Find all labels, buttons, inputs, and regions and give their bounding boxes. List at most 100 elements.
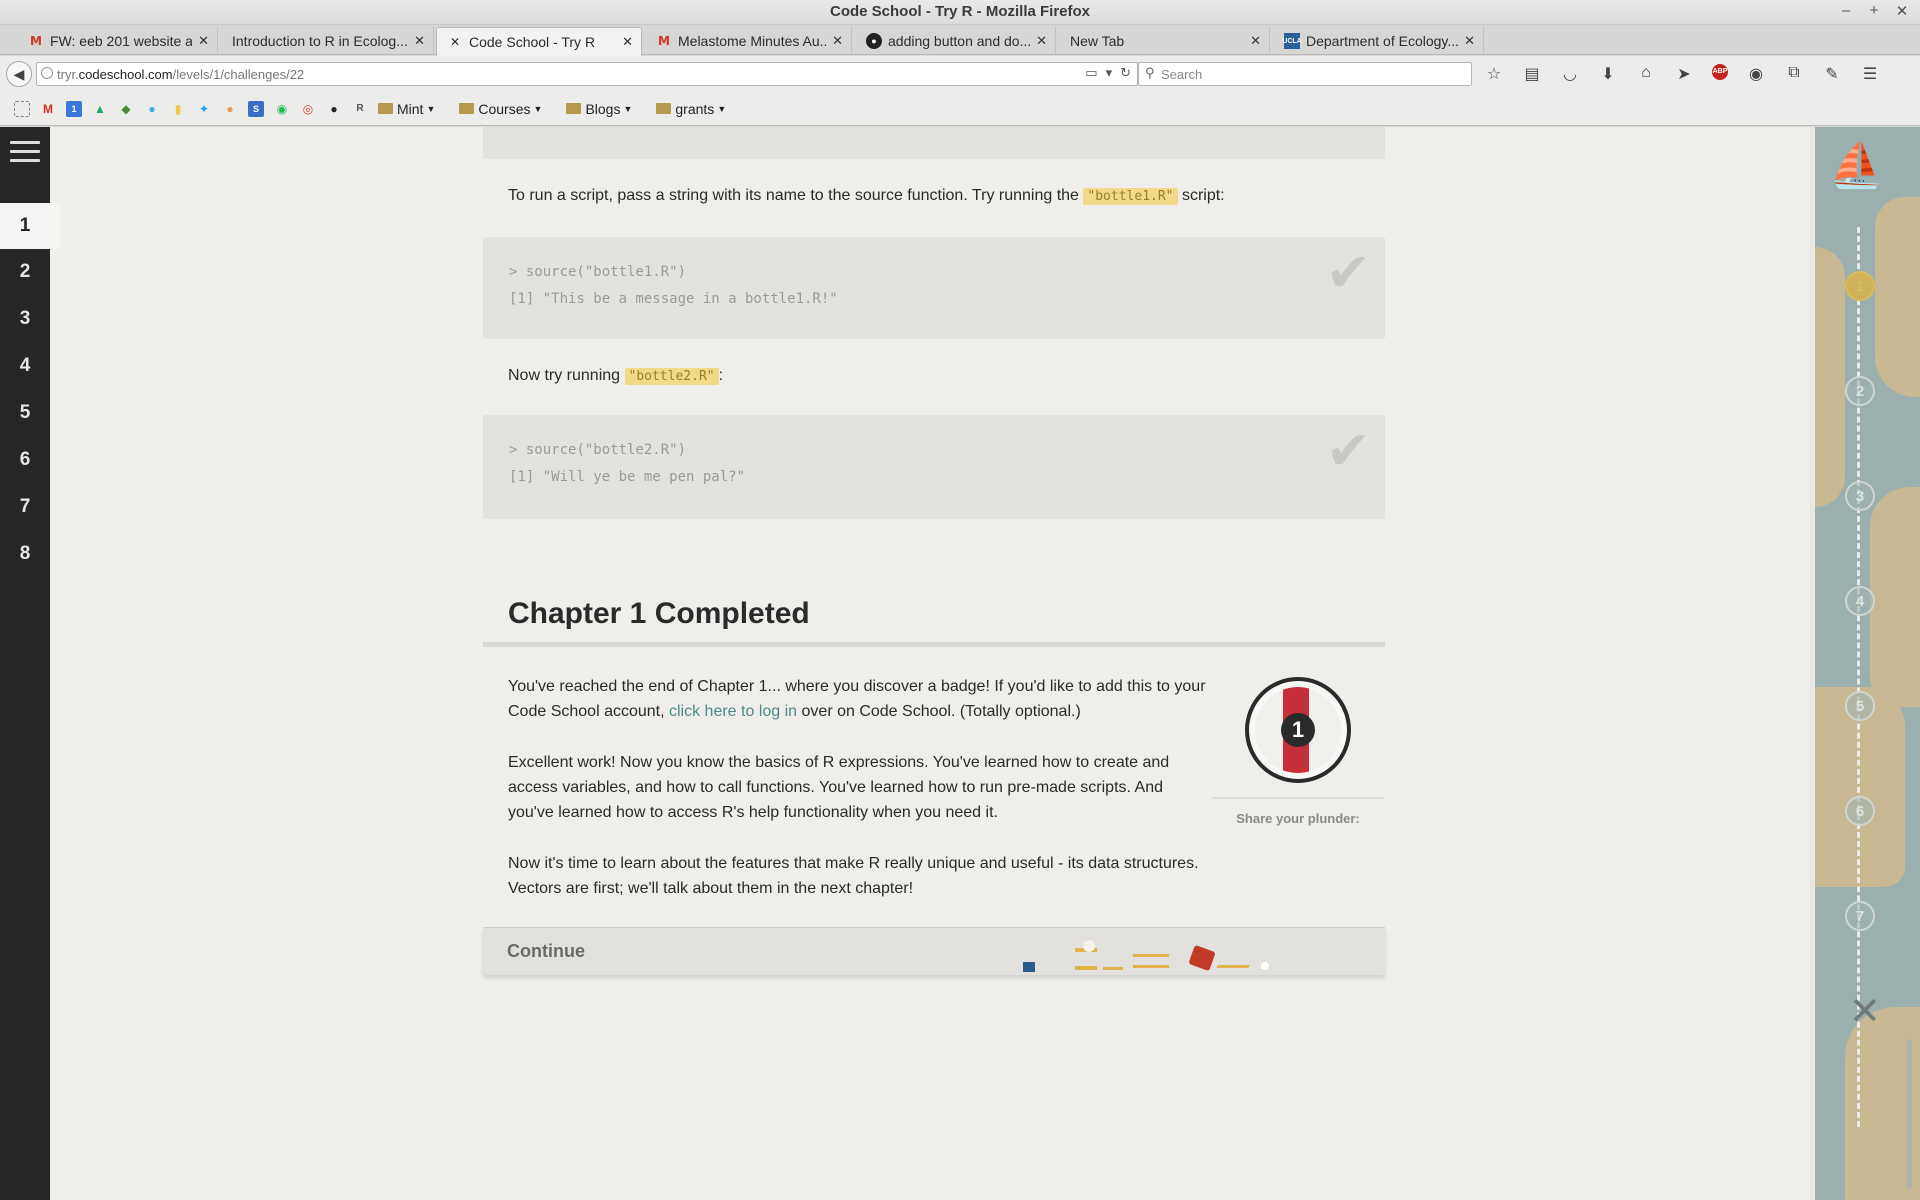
chapter-link-2[interactable]: 2 [0,249,50,295]
bookmark-star-icon[interactable]: ☆ [1484,64,1504,84]
tab-label: Code School - Try R [469,34,596,50]
tab-label: Department of Ecology... [1306,33,1459,49]
code-block-bottle1: > source("bottle1.R") [1] "This be a mes… [483,237,1385,339]
maximize-button[interactable]: + [1866,2,1882,20]
hamburger-menu-icon[interactable] [10,141,40,168]
chapter-link-5[interactable]: 5 [0,390,50,436]
bookmark-twitter-icon[interactable]: ✦ [196,101,212,117]
heading-divider [483,642,1385,647]
navigation-bar: ◀ tryr. codeschool.com/levels/1/challenge… [0,56,1920,92]
tab-code-school[interactable]: ✕ Code School - Try R ✕ [436,27,642,56]
code-line-output: [1] "This be a message in a bottle1.R!" [509,291,838,307]
continue-button[interactable]: Continue [483,927,1385,975]
send-icon[interactable]: ➤ [1674,64,1694,84]
map-waypoint-6[interactable]: 6 [1845,796,1875,826]
site-info-icon[interactable] [41,67,53,79]
map-land [1870,487,1920,707]
pocket-icon[interactable]: ◡ [1560,64,1580,84]
inline-code-bottle1: "bottle1.R" [1083,188,1178,205]
folder-label: grants [675,100,715,117]
tab-close-icon[interactable]: ✕ [198,33,209,49]
extension-icon[interactable]: ✎ [1822,64,1842,84]
reader-view-icon[interactable]: ▭ [1085,65,1097,81]
folder-icon [656,103,672,114]
url-bar[interactable]: tryr. codeschool.com/levels/1/challenges/… [36,62,1138,86]
chapter-link-3[interactable]: 3 [0,296,50,342]
folder-icon [459,103,475,114]
reload-icon[interactable]: ↻ [1120,65,1131,81]
download-icon[interactable]: ⬇ [1598,64,1618,84]
tab-ucla[interactable]: UCLA Department of Ecology... ✕ [1274,27,1484,55]
chapter-link-7[interactable]: 7 [0,484,50,530]
bookmark-keep-icon[interactable]: ▮ [170,101,186,117]
window-titlebar: Code School - Try R - Mozilla Firefox – … [0,0,1920,25]
home-icon[interactable]: ⌂ [1636,64,1656,84]
next-chapter-paragraph: Now it's time to learn about the feature… [508,855,1199,897]
map-waypoint-4[interactable]: 4 [1845,586,1875,616]
bookmark-folder-blogs[interactable]: Blogs ▼ [566,101,632,117]
back-button[interactable]: ◀ [6,61,32,87]
bookmark-folder-mint[interactable]: Mint ▼ [378,101,435,117]
tab-close-icon[interactable]: ✕ [622,34,633,50]
dropdown-arrow-icon[interactable]: ▾ [1106,65,1113,81]
bookmark-screenshot-icon[interactable] [14,100,30,117]
code-line-command: > source("bottle1.R") [509,264,687,280]
url-actions: ▭ ▾ ↻ [1085,65,1131,81]
tab-intro-r[interactable]: Introduction to R in Ecolog... ✕ [222,27,434,55]
page-scrollbar-thumb[interactable] [1906,1039,1912,1189]
tab-gmail-fw[interactable]: M FW: eeb 201 website a... ✕ [18,27,218,55]
reading-list-icon[interactable]: ▤ [1522,64,1542,84]
adblock-icon[interactable]: ABP [1712,64,1728,80]
map-waypoint-2[interactable]: 2 [1845,376,1875,406]
tab-github[interactable]: ● adding button and do... ✕ [856,27,1056,55]
chat-icon[interactable]: ◉ [1746,64,1766,84]
bookmark-scholar-icon[interactable]: S [248,100,264,117]
bookmark-spotify-icon[interactable]: ◉ [274,101,290,117]
search-bar[interactable]: ⚲ Search [1138,62,1472,86]
map-waypoint-7[interactable]: 7 [1845,901,1875,931]
bookmark-lifesaver-icon[interactable]: ◎ [300,101,316,117]
tab-gmail-melastome[interactable]: M Melastome Minutes Au... ✕ [646,27,852,55]
bookmark-drive-icon[interactable]: ▲ [92,101,108,117]
tab-label: New Tab [1070,33,1125,49]
share-divider [1212,797,1384,799]
close-window-button[interactable]: ✕ [1894,2,1910,20]
map-waypoint-5[interactable]: 5 [1845,691,1875,721]
chapter-link-4[interactable]: 4 [0,343,50,389]
bookmark-folder-grants[interactable]: grants ▼ [656,101,726,117]
sync-icon[interactable]: ⧉ [1784,64,1804,84]
bookmark-github-icon[interactable]: ● [326,101,342,117]
tab-close-icon[interactable]: ✕ [1036,33,1047,49]
chevron-down-icon: ▼ [533,103,543,114]
chapter-completed-heading: Chapter 1 Completed [508,597,810,630]
tab-close-icon[interactable]: ✕ [832,33,843,49]
chapter-link-6[interactable]: 6 [0,437,50,483]
menu-icon[interactable]: ☰ [1860,64,1880,84]
tab-close-icon[interactable]: ✕ [414,33,425,49]
bookmark-orange-icon[interactable]: ● [222,101,238,117]
instruction-text: To run a script, pass a string with its … [508,187,1079,204]
folder-label: Mint [397,100,424,117]
chapter-link-8[interactable]: 8 [0,531,50,577]
badge-text-tail: over on Code School. (Totally optional.) [801,703,1081,720]
folder-label: Blogs [585,100,621,117]
tab-close-icon[interactable]: ✕ [1464,33,1475,49]
bookmark-calendar-icon[interactable]: 1 [66,100,82,117]
minimize-button[interactable]: – [1838,2,1854,20]
summary-paragraph: Excellent work! Now you know the basics … [508,754,1170,821]
window-title: Code School - Try R - Mozilla Firefox [829,3,1091,20]
map-waypoint-1[interactable]: 1 [1845,271,1875,301]
bookmark-circle-icon[interactable]: ● [144,101,160,117]
bookmark-gmail-icon[interactable]: M [40,101,56,117]
map-waypoint-3[interactable]: 3 [1845,481,1875,511]
tab-new[interactable]: New Tab ✕ [1060,27,1270,55]
instruction-tail: script: [1181,187,1225,204]
bookmark-r-icon[interactable]: R [352,101,368,117]
tab-label: adding button and do... [888,33,1031,49]
badge-number: 1 [1281,713,1315,747]
bookmark-folder-courses[interactable]: Courses ▼ [459,101,542,117]
url-path: /levels/1/challenges/22 [172,66,305,82]
login-link[interactable]: click here to log in [669,703,797,720]
tab-close-icon[interactable]: ✕ [1250,33,1261,49]
bookmark-maps-icon[interactable]: ◆ [118,101,134,117]
